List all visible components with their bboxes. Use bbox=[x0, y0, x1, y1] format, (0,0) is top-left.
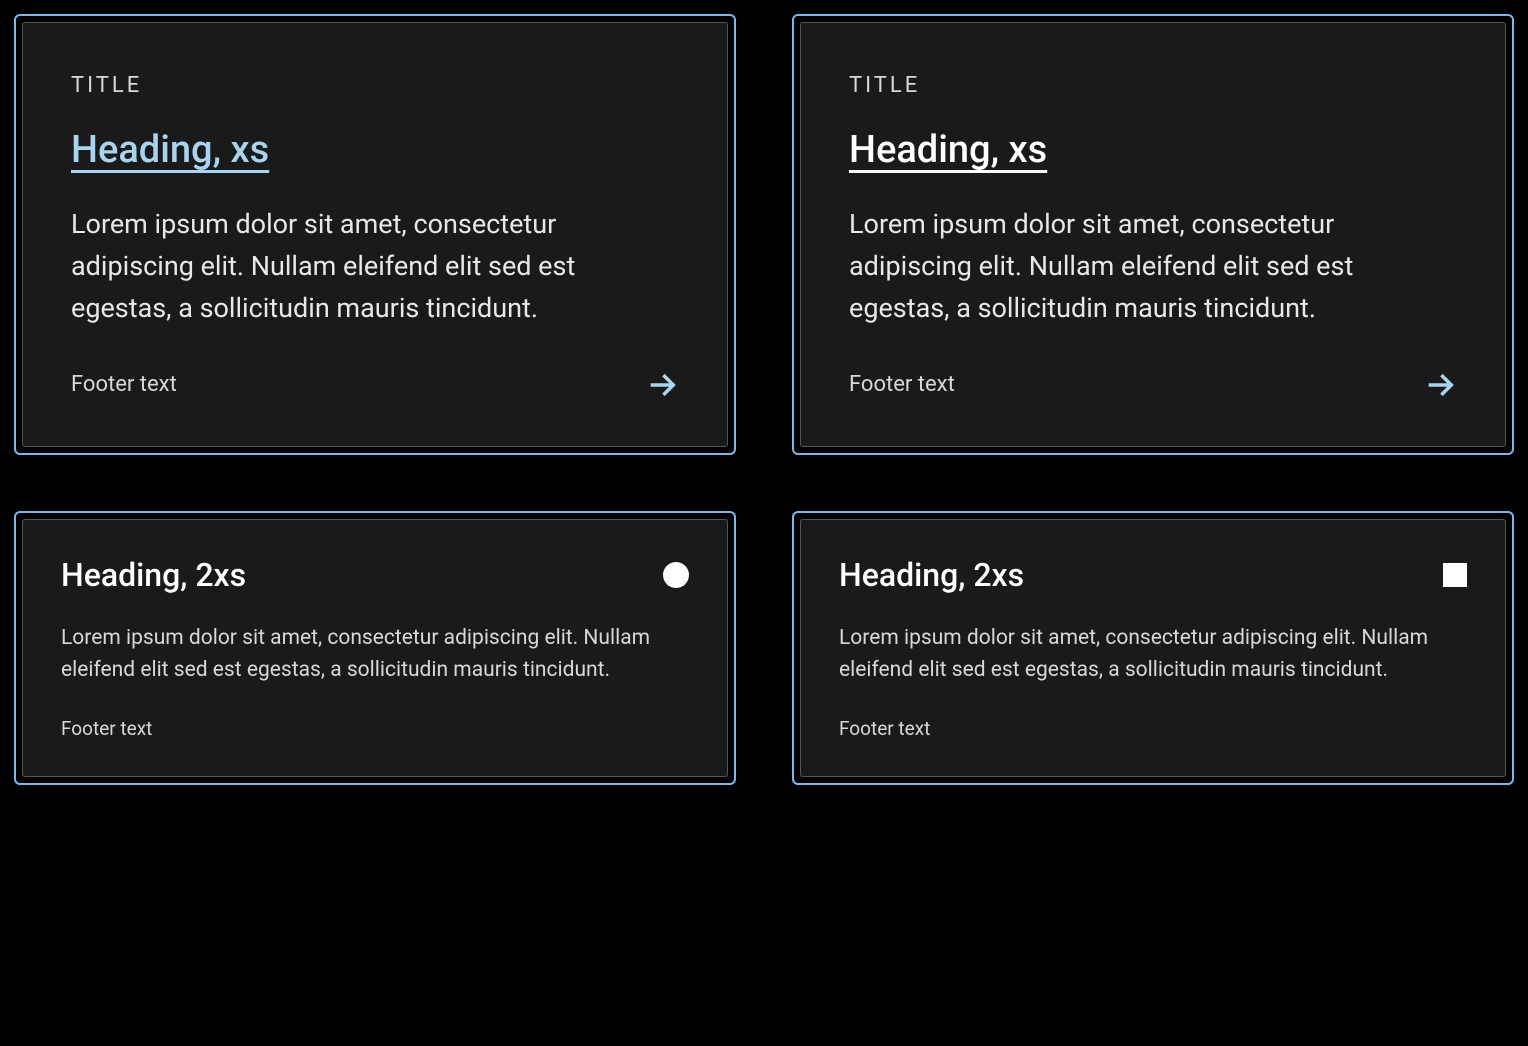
card-grid: TITLE Heading, xs Lorem ipsum dolor sit … bbox=[14, 14, 1514, 785]
card-footer-text: Footer text bbox=[839, 717, 930, 740]
card-footer: Footer text bbox=[61, 717, 689, 740]
card-small-square: Heading, 2xs Lorem ipsum dolor sit amet,… bbox=[800, 519, 1506, 777]
card-heading-link[interactable]: Heading, xs bbox=[71, 128, 269, 172]
card-footer: Footer text bbox=[839, 717, 1467, 740]
card-small-circle: Heading, 2xs Lorem ipsum dolor sit amet,… bbox=[22, 519, 728, 777]
card-body-text: Lorem ipsum dolor sit amet, consectetur … bbox=[849, 204, 1457, 330]
arrow-right-icon[interactable] bbox=[1423, 368, 1457, 402]
card-body-text: Lorem ipsum dolor sit amet, consectetur … bbox=[61, 622, 689, 687]
arrow-right-icon[interactable] bbox=[645, 368, 679, 402]
card-large-white: TITLE Heading, xs Lorem ipsum dolor sit … bbox=[800, 22, 1506, 447]
card-selection-outline[interactable]: TITLE Heading, xs Lorem ipsum dolor sit … bbox=[14, 14, 736, 455]
card-heading: Heading, 2xs bbox=[61, 556, 246, 594]
card-body-text: Lorem ipsum dolor sit amet, consectetur … bbox=[839, 622, 1467, 687]
circle-icon bbox=[663, 562, 689, 588]
card-selection-outline[interactable]: Heading, 2xs Lorem ipsum dolor sit amet,… bbox=[14, 511, 736, 785]
card-heading-row: Heading, 2xs bbox=[61, 556, 689, 594]
square-icon bbox=[1443, 563, 1467, 587]
card-large-accent: TITLE Heading, xs Lorem ipsum dolor sit … bbox=[22, 22, 728, 447]
card-heading-row: Heading, 2xs bbox=[839, 556, 1467, 594]
card-footer: Footer text bbox=[849, 368, 1457, 402]
card-selection-outline[interactable]: Heading, 2xs Lorem ipsum dolor sit amet,… bbox=[792, 511, 1514, 785]
card-footer-text: Footer text bbox=[849, 372, 955, 397]
card-selection-outline[interactable]: TITLE Heading, xs Lorem ipsum dolor sit … bbox=[792, 14, 1514, 455]
card-title-label: TITLE bbox=[71, 73, 679, 98]
card-footer-text: Footer text bbox=[71, 372, 177, 397]
card-title-label: TITLE bbox=[849, 73, 1457, 98]
card-body-text: Lorem ipsum dolor sit amet, consectetur … bbox=[71, 204, 679, 330]
card-heading-link[interactable]: Heading, xs bbox=[849, 128, 1047, 172]
card-footer: Footer text bbox=[71, 368, 679, 402]
card-footer-text: Footer text bbox=[61, 717, 152, 740]
card-heading: Heading, 2xs bbox=[839, 556, 1024, 594]
